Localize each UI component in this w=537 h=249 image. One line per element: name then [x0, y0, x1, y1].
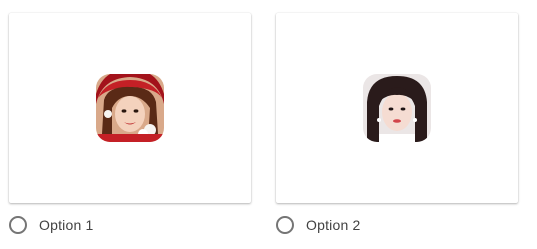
option-2-image-card[interactable] — [276, 13, 518, 203]
option-2-label: Option 2 — [306, 217, 361, 233]
portrait-red-hat-image — [96, 74, 164, 142]
option-1-image-card[interactable] — [9, 13, 251, 203]
option-2-row[interactable]: Option 2 — [276, 214, 361, 236]
option-1-portrait-image — [96, 74, 164, 142]
option-1-label: Option 1 — [39, 217, 94, 233]
portrait-dark-hair-image — [363, 74, 431, 142]
option-2-choice[interactable]: Option 2 — [276, 13, 518, 234]
option-1-row[interactable]: Option 1 — [9, 214, 94, 236]
option-2-portrait-image — [363, 74, 431, 142]
option-2-radio-button[interactable] — [276, 216, 294, 234]
option-1-radio-button[interactable] — [9, 216, 27, 234]
option-1-choice[interactable]: Option 1 — [9, 13, 251, 234]
